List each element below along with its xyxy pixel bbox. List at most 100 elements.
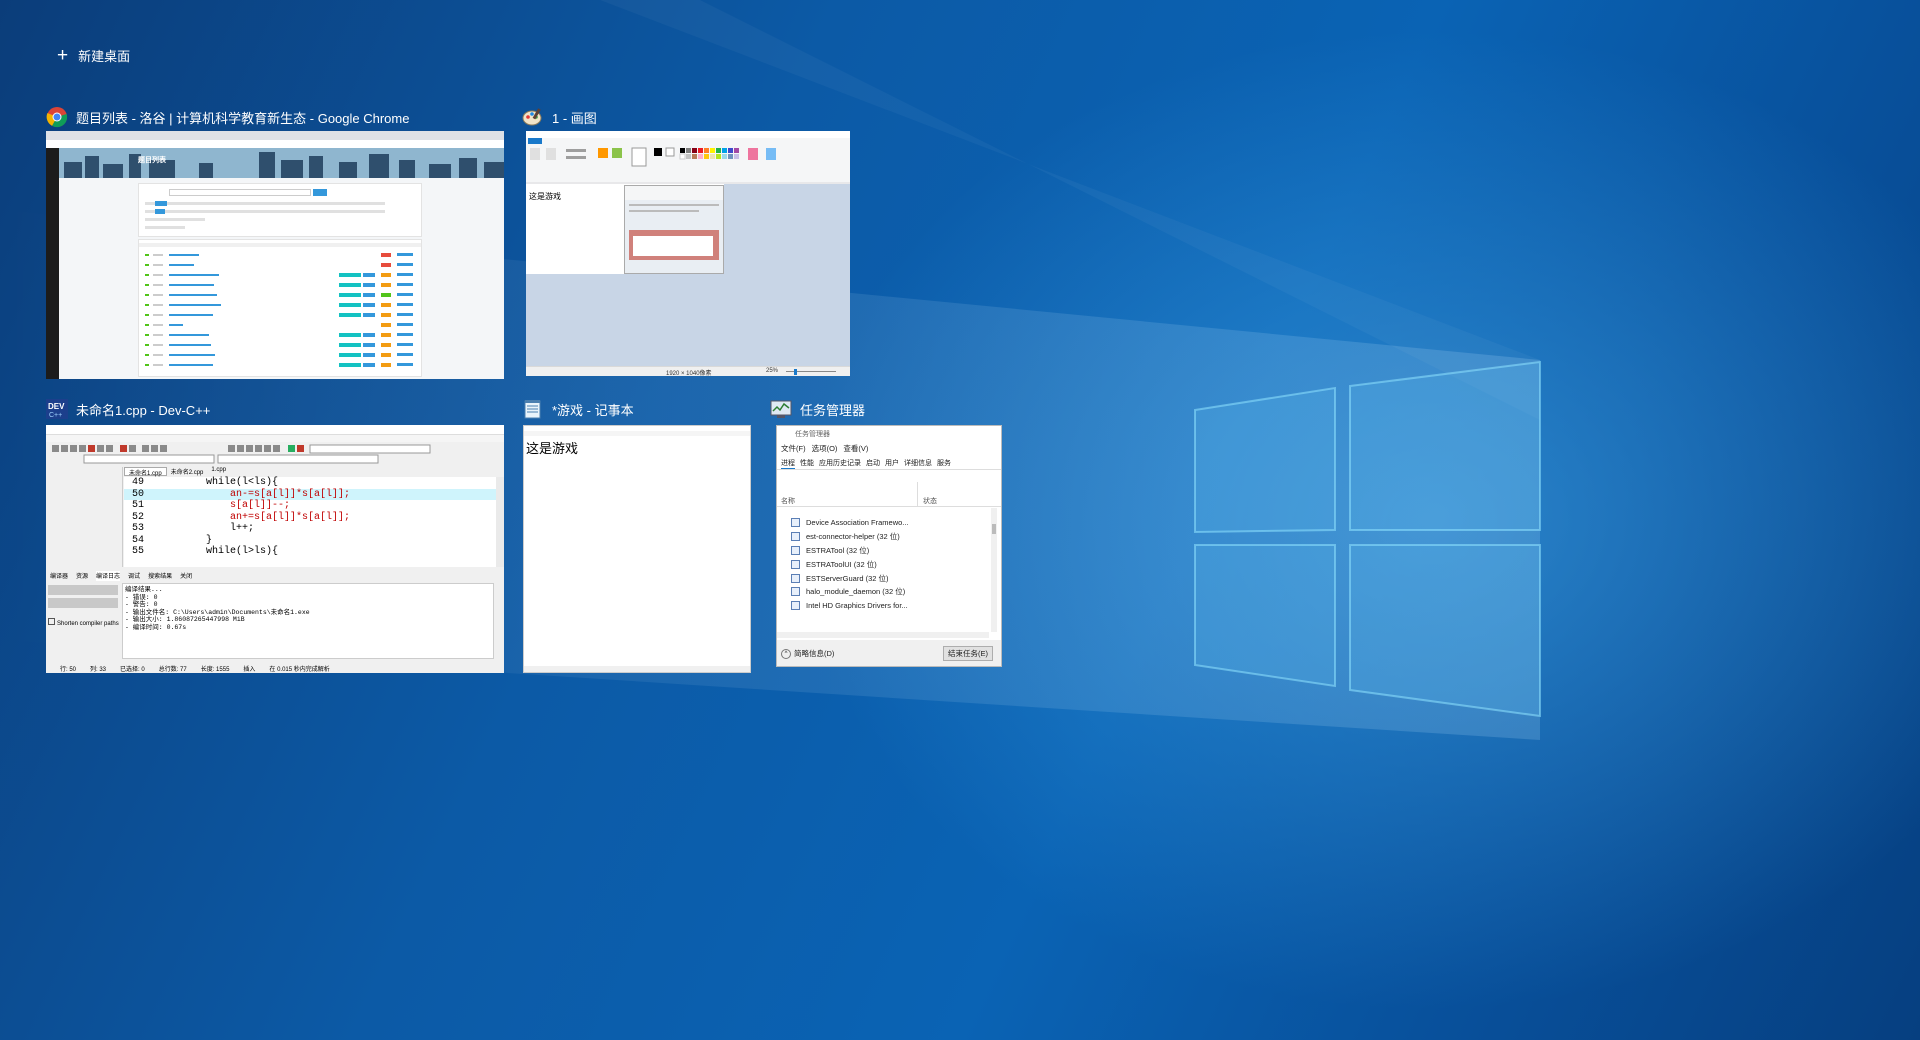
process-icon: [791, 518, 800, 528]
window-thumbnail-paint[interactable]: 1 - 画图 这是游戏 1920 × 1040像素 25%: [522, 103, 850, 376]
taskmgr-tabs: 进程 性能 应用历史记录 启动 用户 详细信息 服务: [781, 460, 951, 469]
notepad-content[interactable]: 这是游戏: [526, 438, 578, 457]
process-name: Device Association Framewo...: [806, 518, 909, 528]
code-text: while(l>ls){: [158, 546, 279, 557]
code-text: s[a[l]]--;: [158, 500, 291, 511]
paint-icon: [522, 108, 542, 126]
line-number: 55: [131, 546, 144, 557]
notepad-preview: 这是游戏: [523, 425, 751, 673]
chrome-preview: 题目列表: [46, 131, 504, 379]
process-name: Intel HD Graphics Drivers for...: [806, 601, 908, 611]
code-line: 53 l++;: [124, 523, 496, 535]
new-desktop-button[interactable]: + 新建桌面: [57, 44, 130, 66]
shorten-paths-checkbox[interactable]: Shorten compiler paths: [57, 621, 119, 627]
paint-canvas: 这是游戏: [526, 184, 724, 274]
devcpp-log-left: Shorten compiler paths: [48, 585, 120, 659]
devcpp-compile-log-tab[interactable]: 编译日志: [96, 571, 121, 581]
process-row[interactable]: ESTRATool (32 位): [781, 544, 987, 558]
line-number: 53: [131, 523, 144, 534]
code-line: 50 an-=s[a[l]]*s[a[l]];: [124, 488, 496, 500]
window-title-taskmgr: 任务管理器: [770, 395, 865, 423]
paint-canvas-text: 这是游戏: [529, 192, 561, 201]
taskmgr-col-status[interactable]: 状态: [923, 496, 937, 506]
process-name: halo_module_daemon (32 位): [806, 587, 906, 597]
taskmgr-preview: 任务管理器 文件(F) 选项(O) 查看(V) 进程 性能 应用历史记录 启动 …: [776, 425, 1002, 667]
code-text: }: [158, 534, 213, 546]
process-row[interactable]: ESTRAToolUI (32 位): [781, 557, 987, 571]
window-title-notepad: *游戏 - 记事本: [522, 395, 634, 423]
process-row[interactable]: ESTServerGuard (32 位): [781, 571, 987, 585]
process-row[interactable]: halo_module_daemon (32 位): [781, 585, 987, 599]
code-text: l++;: [158, 523, 255, 534]
window-thumbnail-taskmgr[interactable]: 任务管理器 任务管理器 文件(F) 选项(O) 查看(V) 进程 性能 应用历史…: [770, 395, 1002, 667]
paint-title-text: 1 - 画图: [552, 110, 597, 126]
line-number: 51: [131, 500, 144, 511]
chrome-banner-image: [59, 148, 504, 178]
devcpp-resources-tab[interactable]: 资源: [76, 571, 88, 581]
code-text: an+=s[a[l]]*s[a[l]];: [158, 511, 351, 523]
chrome-page-title: 题目列表: [138, 157, 166, 164]
taskmgr-col-name[interactable]: 名称: [781, 496, 795, 506]
process-name: ESTRATool (32 位): [806, 545, 870, 555]
end-task-button[interactable]: 结束任务(E): [943, 646, 993, 661]
process-name: ESTServerGuard (32 位): [806, 573, 889, 583]
devcpp-title-text: 未命名1.cpp - Dev-C++: [76, 402, 211, 418]
devcpp-icon: DEV C++: [46, 399, 68, 419]
line-number: 50: [131, 488, 144, 500]
process-row[interactable]: est-connector-helper (32 位): [781, 530, 987, 544]
notepad-title-text: *游戏 - 记事本: [552, 402, 634, 418]
paint-image-size: 1920 × 1040像素: [666, 371, 712, 376]
process-icon: [791, 532, 800, 542]
code-text: while(l<ls){: [158, 477, 279, 488]
process-icon: [791, 559, 800, 569]
paint-pasted-screenshot: [624, 185, 724, 274]
devcpp-editor[interactable]: 49 while(l<ls){50 an-=s[a[l]]*s[a[l]]; 51…: [124, 477, 496, 567]
chrome-icon: [46, 107, 68, 128]
taskmgr-process-list: Device Association Framewo... est-connect…: [781, 516, 987, 613]
notepad-icon: [524, 400, 541, 419]
devcpp-tab-2[interactable]: 未命名2.cpp: [167, 467, 208, 476]
devcpp-tab-3[interactable]: 1.cpp: [207, 467, 230, 476]
devcpp-tab-1[interactable]: 未命名1.cpp: [124, 467, 167, 477]
task-manager-icon: [770, 400, 792, 418]
line-number: 54: [131, 534, 144, 546]
paint-ribbon: [526, 144, 850, 184]
window-title-devcpp: DEV C++ 未命名1.cpp - Dev-C++: [46, 395, 210, 423]
window-title-paint: 1 - 画图: [522, 103, 597, 131]
code-line: 49 while(l<ls){: [124, 477, 496, 489]
devcpp-compiler-tab[interactable]: 编译器: [50, 571, 68, 581]
devcpp-preview: 未命名1.cpp 未命名2.cpp 1.cpp 49 while(l<ls){5…: [46, 425, 504, 673]
paint-statusbar: 1920 × 1040像素 25%: [526, 366, 850, 376]
process-row[interactable]: Intel HD Graphics Drivers for...: [781, 599, 987, 613]
paint-preview: 这是游戏 1920 × 1040像素 25%: [526, 131, 850, 376]
code-line: 52 an+=s[a[l]]*s[a[l]];: [124, 512, 496, 524]
taskmgr-title-text: 任务管理器: [800, 402, 866, 418]
window-title-chrome: 题目列表 - 洛谷 | 计算机科学教育新生态 - Google Chrome: [46, 103, 409, 131]
process-icon: [791, 573, 800, 583]
line-number: 52: [131, 511, 144, 523]
svg-text:DEV: DEV: [48, 402, 65, 411]
chrome-title-text: 题目列表 - 洛谷 | 计算机科学教育新生态 - Google Chrome: [76, 110, 410, 126]
devcpp-close-tab[interactable]: 关闭: [180, 571, 192, 581]
code-text: an-=s[a[l]]*s[a[l]];: [158, 488, 351, 500]
line-number: 49: [131, 477, 144, 488]
plus-icon: +: [57, 44, 69, 66]
process-name: est-connector-helper (32 位): [806, 532, 900, 542]
process-icon: [791, 587, 800, 597]
window-thumbnail-chrome[interactable]: 题目列表 - 洛谷 | 计算机科学教育新生态 - Google Chrome 题…: [46, 103, 504, 379]
window-thumbnail-devcpp[interactable]: DEV C++ 未命名1.cpp - Dev-C++ 未命名1.cpp 未命名2…: [46, 395, 504, 673]
svg-text:C++: C++: [49, 412, 62, 419]
devcpp-bottom-tabs: 编译器 资源 编译日志 调试 搜索结果 关闭: [46, 571, 504, 581]
paint-zoom: 25%: [766, 368, 779, 374]
window-thumbnail-notepad[interactable]: *游戏 - 记事本 这是游戏: [522, 395, 752, 673]
process-row[interactable]: Device Association Framewo...: [781, 516, 987, 530]
devcpp-log-output: 编译结果... - 错误: 0 - 警告: 0 - 输出文件名: C:\User…: [122, 583, 494, 659]
less-details-button[interactable]: ^ 简略信息(D): [781, 648, 834, 659]
new-desktop-label: 新建桌面: [78, 48, 131, 64]
chrome-problem-list: [138, 239, 422, 377]
process-icon: [791, 601, 800, 611]
code-line: 54 }: [124, 535, 496, 547]
devcpp-search-results-tab[interactable]: 搜索结果: [148, 571, 172, 581]
devcpp-debug-tab[interactable]: 调试: [128, 571, 140, 581]
taskmgr-menu: 文件(F) 选项(O) 查看(V): [781, 444, 869, 453]
